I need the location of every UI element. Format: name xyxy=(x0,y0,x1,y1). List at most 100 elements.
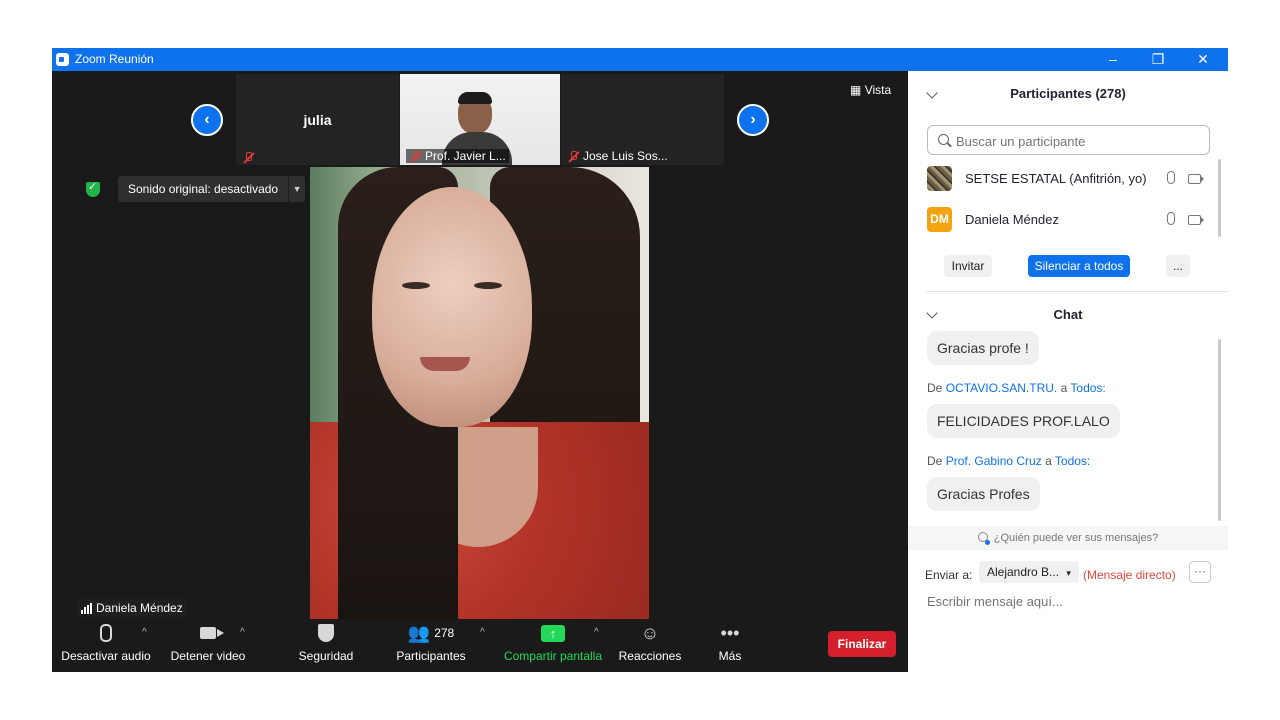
video-mouth xyxy=(420,357,470,371)
video-face xyxy=(372,187,532,427)
security-button[interactable]: Seguridad xyxy=(290,621,362,663)
participants-more-button[interactable]: ... xyxy=(1166,255,1190,277)
video-camera-icon[interactable] xyxy=(1188,174,1204,184)
chat-message: FELICIDADES PROF.LALO xyxy=(927,404,1120,438)
chat-message: Gracias profe ! xyxy=(927,331,1039,365)
thumbnail-jose-luis[interactable]: Jose Luis Sos... xyxy=(561,74,724,165)
thumbnail-prof-javier[interactable]: Prof. Javier L... xyxy=(400,74,560,165)
participants-title: Participantes (278) xyxy=(1010,86,1126,101)
participant-search-input[interactable] xyxy=(954,131,1208,151)
microphone-icon xyxy=(100,624,112,642)
share-screen-label: Compartir pantalla xyxy=(503,649,603,663)
microphone-icon[interactable] xyxy=(1167,212,1175,225)
recipient-dropdown[interactable]: Alejandro B... ▾ xyxy=(979,561,1079,583)
audio-options-caret[interactable]: ^ xyxy=(142,627,147,638)
share-screen-button[interactable]: ↑ Compartir pantalla xyxy=(501,621,605,663)
original-sound-control: Sonido original: desactivado ▼ xyxy=(86,176,306,202)
search-icon xyxy=(938,134,949,145)
side-panel: Participantes (278) SETSE ESTATAL (Anfit… xyxy=(908,71,1228,672)
thumbnail-label: Prof. Javier L... xyxy=(425,149,506,163)
video-eye-right xyxy=(474,282,502,289)
stop-video-button[interactable]: Detener video xyxy=(164,621,252,663)
thumbnail-name: julia xyxy=(303,112,332,128)
more-button[interactable]: ••• Más xyxy=(702,621,758,664)
from-prefix: De xyxy=(927,381,943,395)
avatar: DM xyxy=(927,207,952,232)
security-shield-icon xyxy=(318,624,334,642)
mute-audio-button[interactable]: Desactivar audio xyxy=(60,621,152,663)
participant-name: Daniela Méndez xyxy=(965,212,1059,227)
invite-button[interactable]: Invitar xyxy=(944,255,992,277)
reactions-label: Reacciones xyxy=(618,649,682,663)
security-label: Seguridad xyxy=(298,649,354,663)
zoom-window: Zoom Reunión – ❐ ✕ ‹ julia Prof. Javier … xyxy=(52,48,1228,672)
chat-recipient[interactable]: Todos: xyxy=(1055,454,1090,468)
reactions-button[interactable]: ☺ Reacciones xyxy=(615,621,685,664)
video-camera-icon[interactable] xyxy=(1188,215,1204,225)
participants-count: 278 xyxy=(434,626,455,640)
chat-more-button[interactable]: ··· xyxy=(1189,561,1211,583)
chat-sender[interactable]: Prof. Gabino Cruz xyxy=(946,454,1042,468)
from-prefix: De xyxy=(927,454,943,468)
participant-row[interactable]: DM Daniela Méndez xyxy=(927,207,1212,233)
who-can-see-text: ¿Quién puede ver sus mensajes? xyxy=(993,532,1159,544)
thumbnail-julia[interactable]: julia xyxy=(236,74,399,165)
avatar xyxy=(927,166,952,191)
to-prefix: a xyxy=(1045,454,1052,468)
chat-scrollbar[interactable] xyxy=(1218,339,1221,521)
restore-button[interactable]: ❐ xyxy=(1135,48,1181,71)
participant-search[interactable] xyxy=(927,125,1210,155)
participants-label: Participantes xyxy=(396,649,466,663)
speaker-name-tag: Daniela Méndez xyxy=(77,599,187,617)
video-eye-left xyxy=(402,282,430,289)
end-meeting-button[interactable]: Finalizar xyxy=(828,631,896,657)
chat-sender-line: De OCTAVIO.SAN.TRU. a Todos: xyxy=(927,381,1106,395)
participants-options-caret[interactable]: ^ xyxy=(480,627,485,638)
more-dots-icon: ••• xyxy=(720,622,740,643)
chevron-down-icon: ▼ xyxy=(292,184,302,194)
chat-title: Chat xyxy=(1053,307,1083,322)
next-page-button[interactable]: › xyxy=(737,104,769,136)
grid-icon: ▦ xyxy=(850,83,862,97)
view-label: Vista xyxy=(864,83,892,97)
stop-video-label: Detener video xyxy=(170,649,246,663)
chevron-right-icon: › xyxy=(750,111,756,128)
microphone-icon[interactable] xyxy=(1167,171,1175,184)
speaker-name: Daniela Méndez xyxy=(96,601,183,615)
close-button[interactable]: ✕ xyxy=(1180,48,1226,71)
direct-message-label: (Mensaje directo) xyxy=(1083,568,1176,582)
mute-audio-label: Desactivar audio xyxy=(61,649,151,663)
who-can-see-link[interactable]: ¿Quién puede ver sus mensajes? xyxy=(908,526,1228,550)
more-label: Más xyxy=(718,649,742,663)
muted-mic-icon xyxy=(567,150,579,162)
person-info-icon xyxy=(977,532,990,545)
prev-page-button[interactable]: ‹ xyxy=(191,104,223,136)
video-options-caret[interactable]: ^ xyxy=(240,627,245,638)
original-sound-dropdown[interactable]: ▼ xyxy=(288,176,306,202)
chat-message-input[interactable] xyxy=(925,593,1219,610)
to-prefix: a xyxy=(1060,381,1068,395)
chat-sender-line: De Prof. Gabino Cruz a Todos: xyxy=(927,454,1090,468)
muted-mic-icon xyxy=(409,150,421,162)
recipient-name: Alejandro B... xyxy=(987,565,1060,579)
participants-scrollbar[interactable] xyxy=(1218,159,1221,237)
thumbnail-label: Jose Luis Sos... xyxy=(583,149,668,163)
share-options-caret[interactable]: ^ xyxy=(594,627,599,638)
mute-all-button[interactable]: Silenciar a todos xyxy=(1028,255,1130,277)
participant-row[interactable]: SETSE ESTATAL (Anfitrión, yo) xyxy=(927,166,1212,192)
video-stage: ‹ julia Prof. Javier L... Jose Luis Sos.… xyxy=(52,71,908,672)
chat-sender[interactable]: OCTAVIO.SAN.TRU. xyxy=(946,381,1058,395)
participant-name: SETSE ESTATAL (Anfitrión, yo) xyxy=(965,171,1147,186)
chat-recipient[interactable]: Todos: xyxy=(1070,381,1105,395)
active-speaker-video xyxy=(310,167,649,619)
share-screen-icon: ↑ xyxy=(541,624,565,642)
original-sound-button[interactable]: Sonido original: desactivado xyxy=(118,176,289,202)
zoom-app-icon xyxy=(56,53,69,66)
participants-button[interactable]: 👥 278 Participantes xyxy=(392,621,470,664)
minimize-button[interactable]: – xyxy=(1090,48,1136,71)
panel-divider xyxy=(926,291,1228,292)
participants-icon: 👥 xyxy=(407,622,431,643)
chevron-down-icon: ▾ xyxy=(1066,568,1071,578)
view-button[interactable]: ▦ Vista xyxy=(846,81,896,99)
video-camera-icon xyxy=(200,627,224,639)
